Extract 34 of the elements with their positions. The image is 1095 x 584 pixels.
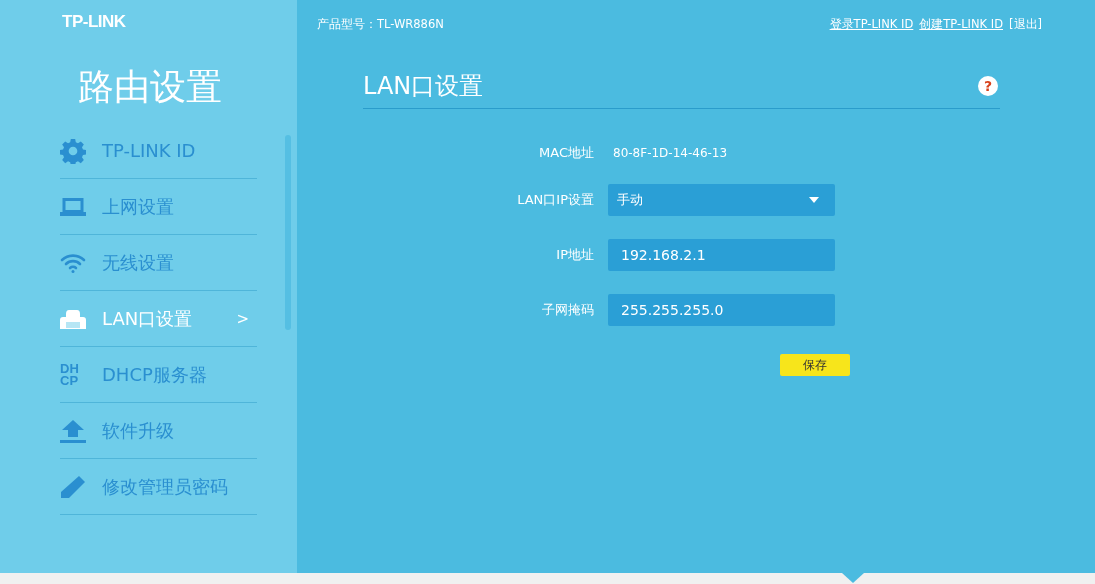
dropdown[interactable]: 手动 (608, 184, 835, 216)
sidebar-item[interactable]: 上网设置 (60, 179, 257, 235)
gear-icon (60, 137, 86, 164)
sidebar-item[interactable]: TP-LINK ID (60, 123, 257, 179)
pencil-icon (60, 474, 86, 499)
header-link[interactable]: 创建TP-LINK ID (919, 17, 1003, 32)
input-field[interactable]: 255.255.255.0 (608, 294, 835, 326)
sidebar-item[interactable]: DH CP DHCP服务器 (60, 347, 257, 403)
scrollbar[interactable] (285, 135, 291, 330)
chevron-icon: > (236, 309, 249, 328)
sidebar-item[interactable]: 无线设置 (60, 235, 257, 291)
ethernet-port-icon (60, 308, 86, 329)
help-icon[interactable]: ? (978, 76, 998, 96)
caret-icon (809, 197, 819, 203)
upload-icon (60, 418, 86, 443)
logo: TP-LINK (62, 12, 126, 32)
sidebar-title: 路由设置 (78, 66, 222, 108)
laptop-icon (60, 197, 86, 216)
save-button[interactable]: 保存 (780, 354, 850, 376)
field-label: 子网掩码 (541, 301, 595, 319)
field-label: MAC地址 (538, 144, 595, 162)
header-link[interactable]: 登录TP-LINK ID (829, 17, 914, 32)
sidebar-item[interactable]: LAN口设置 > (60, 291, 257, 347)
model-label: 产品型号：TL-WR886N (317, 17, 444, 32)
sidebar-item[interactable]: 软件升级 (60, 403, 257, 459)
field-label: LAN口IP设置 (516, 191, 595, 209)
header-link[interactable]: [退出] (1009, 17, 1042, 32)
sidebar-item[interactable]: 修改管理员密码 (60, 459, 257, 515)
dhcp-icon: DH CP (60, 362, 79, 387)
wifi-icon (60, 252, 86, 273)
input-field[interactable]: 192.168.2.1 (608, 239, 835, 271)
field-label: IP地址 (555, 246, 595, 264)
field-value: 80-8F-1D-14-46-13 (613, 146, 728, 160)
page-title: LAN口设置 (363, 71, 484, 102)
